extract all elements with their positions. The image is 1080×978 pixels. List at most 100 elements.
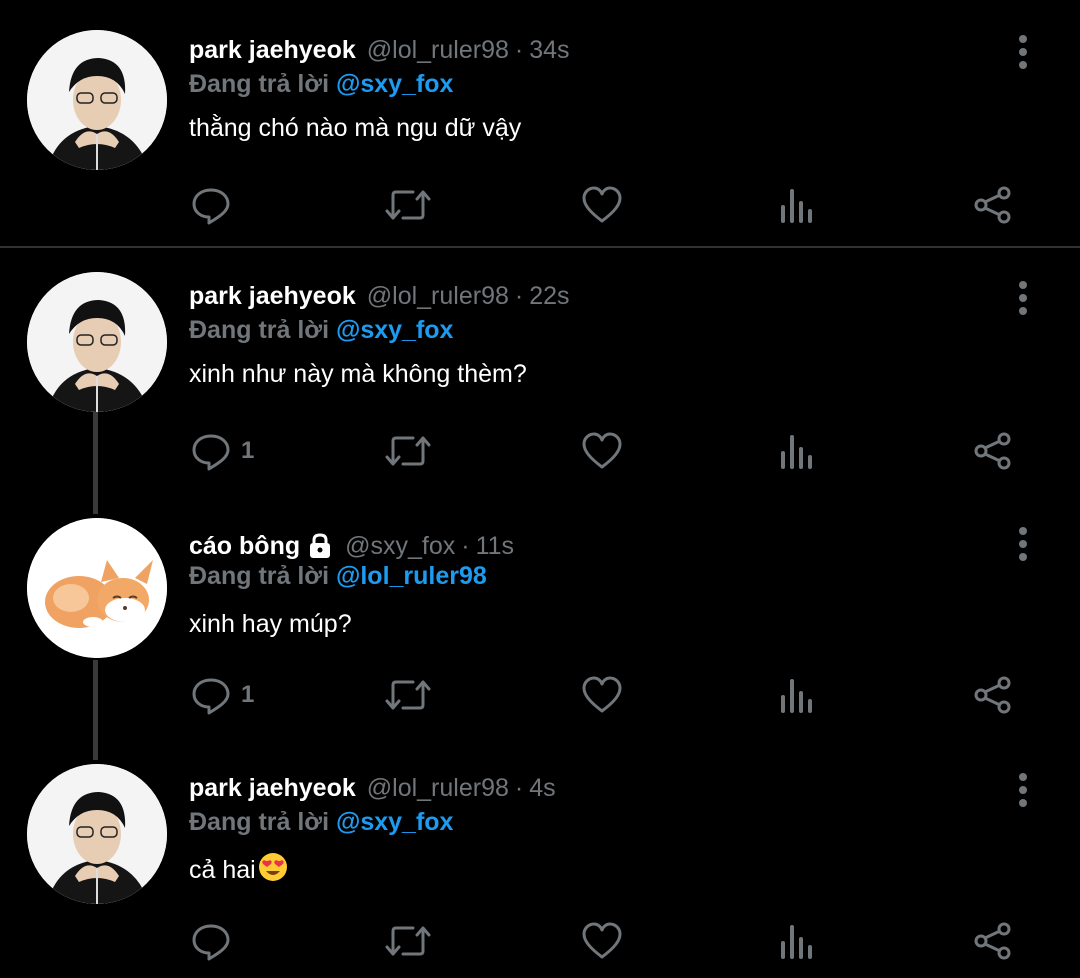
replying-to-label: Đang trả lời — [189, 316, 330, 344]
tweet-header: park jaehyeok @lol_ruler98 · 22s — [189, 276, 570, 316]
more-options-icon[interactable] — [1010, 276, 1036, 320]
share-button[interactable] — [973, 670, 1013, 720]
retweet-button[interactable] — [385, 426, 431, 476]
user-handle[interactable]: @lol_ruler98 — [367, 774, 509, 803]
retweet-button[interactable] — [385, 916, 431, 966]
bar-chart-icon — [781, 925, 812, 959]
timestamp[interactable]: 22s — [529, 282, 569, 311]
more-options-icon[interactable] — [1010, 768, 1036, 812]
tweet-text: xinh như này mà không thèm? — [189, 360, 527, 388]
mention-link[interactable]: @lol_ruler98 — [336, 562, 487, 590]
retweet-arrows-icon — [385, 190, 431, 220]
separator-dot: · — [514, 773, 524, 802]
replying-to: Đang trả lời @sxy_fox — [189, 316, 453, 345]
action-bar — [0, 916, 1080, 966]
speech-bubble-icon — [192, 924, 230, 961]
views-button[interactable] — [780, 426, 814, 476]
lock-icon — [306, 532, 334, 560]
like-button[interactable] — [582, 670, 622, 720]
heart-icon — [582, 922, 622, 959]
speech-bubble-icon — [192, 188, 230, 225]
speech-bubble-icon — [192, 434, 230, 471]
mention-link[interactable]: @sxy_fox — [336, 70, 454, 98]
tweet-text: thằng chó nào mà ngu dữ vậy — [189, 114, 522, 142]
timestamp[interactable]: 34s — [529, 36, 569, 65]
user-handle[interactable]: @lol_ruler98 — [367, 36, 509, 65]
heart-icon — [582, 676, 622, 713]
views-button[interactable] — [780, 180, 814, 230]
display-name[interactable]: park jaehyeok — [189, 36, 356, 65]
share-button[interactable] — [973, 916, 1013, 966]
replying-to: Đang trả lời @lol_ruler98 — [189, 562, 487, 591]
retweet-arrows-icon — [385, 926, 431, 956]
share-icon — [974, 432, 1011, 470]
display-name[interactable]: park jaehyeok — [189, 774, 356, 803]
timestamp[interactable]: 4s — [529, 774, 555, 803]
replying-to: Đang trả lời @sxy_fox — [189, 808, 453, 837]
reply-count: 1 — [241, 681, 255, 708]
replying-to: Đang trả lời @sxy_fox — [189, 70, 453, 99]
heart-icon — [582, 186, 622, 223]
tweet-divider — [0, 246, 1080, 248]
retweet-arrows-icon — [385, 680, 431, 710]
avatar-image — [27, 272, 167, 412]
display-name[interactable]: park jaehyeok — [189, 282, 356, 311]
bar-chart-icon — [781, 189, 812, 223]
tweet-header: park jaehyeok @lol_ruler98 · 34s — [189, 30, 570, 70]
reply-button[interactable]: 1 — [191, 426, 254, 476]
timestamp[interactable]: 11s — [476, 532, 514, 561]
views-button[interactable] — [780, 916, 814, 966]
action-bar: 1 — [0, 426, 1080, 476]
more-options-icon[interactable] — [1010, 522, 1036, 566]
retweet-button[interactable] — [385, 180, 431, 230]
like-button[interactable] — [582, 916, 622, 966]
reply-button[interactable]: 1 — [191, 670, 254, 720]
tweet[interactable]: cáo bông @sxy_fox · 11s Đang trả lời @lo… — [0, 518, 1080, 736]
avatar[interactable] — [27, 272, 167, 412]
user-handle[interactable]: @lol_ruler98 — [367, 282, 509, 311]
reply-button[interactable] — [191, 916, 241, 966]
views-button[interactable] — [780, 670, 814, 720]
avatar[interactable] — [27, 518, 167, 658]
share-button[interactable] — [973, 180, 1013, 230]
separator-dot: · — [461, 531, 470, 560]
tweet[interactable]: park jaehyeok @lol_ruler98 · 22s Đang tr… — [0, 272, 1080, 486]
mention-link[interactable]: @sxy_fox — [336, 808, 454, 836]
share-button[interactable] — [973, 426, 1013, 476]
tweet-feed: park jaehyeok @lol_ruler98 · 34s Đang tr… — [0, 0, 1080, 978]
share-icon — [974, 676, 1011, 714]
separator-dot: · — [514, 281, 524, 310]
mention-link[interactable]: @sxy_fox — [336, 316, 454, 344]
tweet-header: cáo bông @sxy_fox · 11s — [189, 526, 514, 566]
heart-eyes-emoji-icon — [258, 852, 288, 889]
display-name[interactable]: cáo bông — [189, 532, 300, 561]
like-button[interactable] — [582, 180, 622, 230]
speech-bubble-icon — [192, 678, 230, 715]
replying-to-label: Đang trả lời — [189, 562, 330, 590]
tweet[interactable]: park jaehyeok @lol_ruler98 · 4s Đang trả… — [0, 764, 1080, 978]
tweet-body: cả hai — [189, 852, 288, 889]
more-options-icon[interactable] — [1010, 30, 1036, 74]
like-button[interactable] — [582, 426, 622, 476]
tweet[interactable]: park jaehyeok @lol_ruler98 · 34s Đang tr… — [0, 30, 1080, 240]
avatar-image — [27, 764, 167, 904]
bar-chart-icon — [781, 435, 812, 469]
tweet-text: xinh hay múp? — [189, 610, 352, 638]
fox-avatar-image — [27, 518, 167, 658]
retweet-button[interactable] — [385, 670, 431, 720]
user-handle[interactable]: @sxy_fox — [345, 532, 455, 561]
bar-chart-icon — [781, 679, 812, 713]
heart-icon — [582, 432, 622, 469]
reply-count: 1 — [241, 437, 255, 464]
avatar[interactable] — [27, 30, 167, 170]
reply-button[interactable] — [191, 180, 241, 230]
share-icon — [974, 186, 1011, 224]
avatar-image — [27, 30, 167, 170]
separator-dot: · — [514, 35, 524, 64]
action-bar: 1 — [0, 670, 1080, 720]
replying-to-label: Đang trả lời — [189, 70, 330, 98]
retweet-arrows-icon — [385, 436, 431, 466]
avatar[interactable] — [27, 764, 167, 904]
action-bar — [0, 180, 1080, 230]
tweet-header: park jaehyeok @lol_ruler98 · 4s — [189, 768, 556, 808]
